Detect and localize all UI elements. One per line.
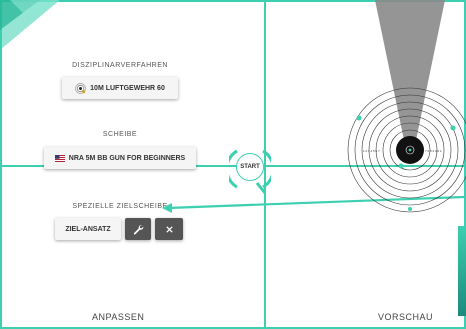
us-flag-icon: [54, 154, 65, 162]
aim-offset-button[interactable]: ZIEL-ANSATZ: [55, 218, 121, 240]
wrench-icon: [133, 224, 144, 235]
target-heading: SCHEIBE: [102, 131, 138, 138]
target-select-button[interactable]: NRA 5M BB GUN FOR BEGINNERS: [44, 147, 196, 169]
target-preview: 1 2 3 4 5 6 7 7 6 5 4 3 2 1: [347, 0, 466, 213]
start-label: START: [236, 153, 264, 181]
svg-text:1 2 3 4 5 6 7: 1 2 3 4 5 6 7: [363, 149, 380, 153]
discipline-select-button[interactable]: 10M LUFTGEWEHR 60: [62, 77, 178, 99]
discipline-heading: DISZIPLINARVERFAHREN: [72, 62, 168, 69]
side-panel-strip: [458, 226, 466, 316]
customize-tab[interactable]: ANPASSEN: [92, 312, 144, 322]
target-label: NRA 5M BB GUN FOR BEGINNERS: [68, 154, 186, 162]
svg-text:7 6 5 4 3 2 1: 7 6 5 4 3 2 1: [425, 149, 442, 153]
start-button[interactable]: START: [229, 143, 271, 195]
aim-offset-label: ZIEL-ANSATZ: [65, 225, 111, 233]
preview-tab[interactable]: VORSCHAU: [378, 312, 433, 322]
target-badge-icon: [75, 82, 86, 94]
discipline-label: 10M LUFTGEWEHR 60: [90, 84, 165, 92]
corner-decoration: [0, 0, 60, 50]
clear-special-target-button[interactable]: [155, 218, 183, 240]
close-icon: [165, 225, 174, 234]
edit-special-target-button[interactable]: [125, 218, 151, 240]
